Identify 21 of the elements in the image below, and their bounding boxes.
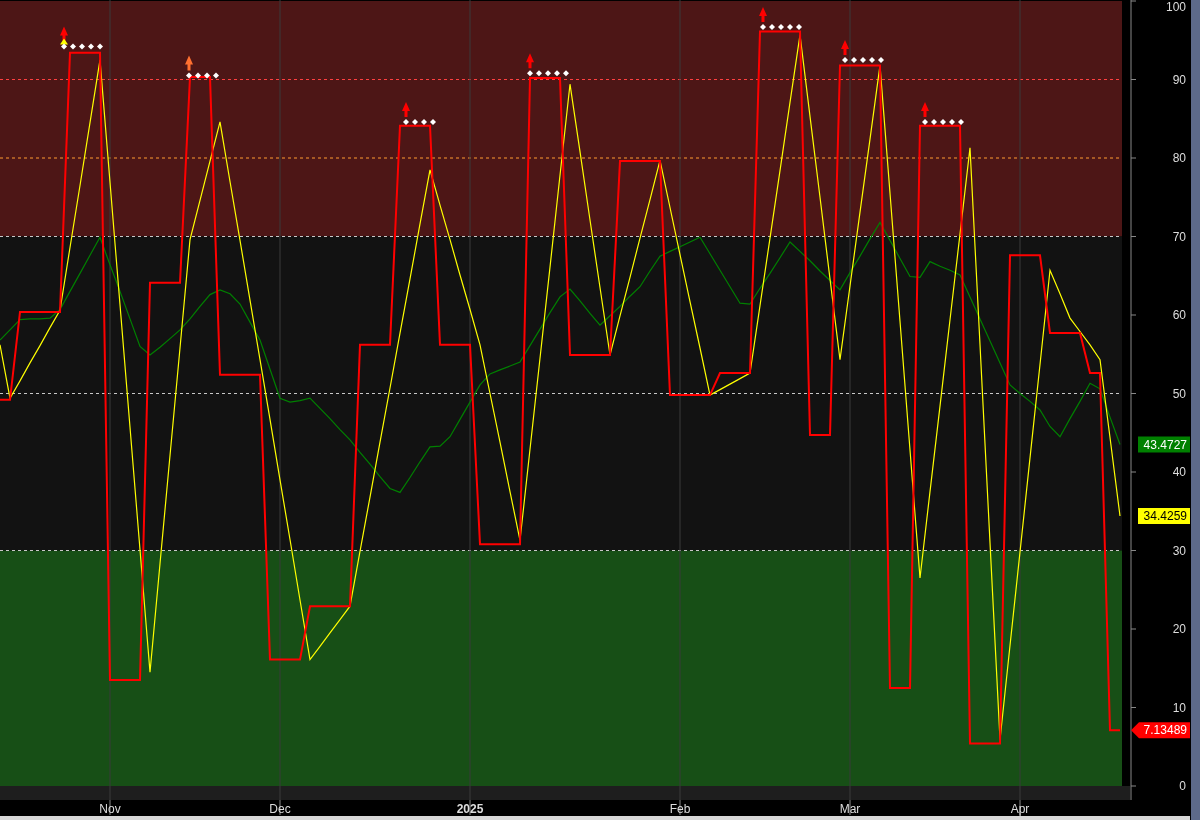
- axis-label: 2025: [456, 802, 484, 816]
- axis-label: 10: [1172, 700, 1186, 715]
- value-tag: 34.4259: [1138, 507, 1190, 524]
- axis-label: 0: [1179, 779, 1186, 793]
- axis-label: Apr: [1010, 802, 1030, 816]
- axis-label: Dec: [269, 802, 291, 816]
- axis-label: Feb: [669, 802, 691, 816]
- axis-label: 70: [1172, 229, 1186, 244]
- axis-label: 100: [1165, 0, 1186, 14]
- scrollbar[interactable]: [1191, 0, 1200, 820]
- axis-label: Nov: [99, 802, 121, 816]
- axis-label: 60: [1172, 308, 1186, 322]
- axis-label: 40: [1172, 465, 1186, 479]
- axis-label: 30: [1172, 543, 1186, 558]
- axis-label: 20: [1172, 622, 1186, 636]
- value-tag: 7.13489: [1131, 722, 1190, 739]
- axis-label: 90: [1172, 72, 1186, 87]
- axis-label: Mar: [839, 802, 861, 816]
- axis-label: 50: [1172, 386, 1186, 401]
- value-tag: 43.4727: [1138, 436, 1190, 453]
- axis-label: 80: [1172, 151, 1186, 165]
